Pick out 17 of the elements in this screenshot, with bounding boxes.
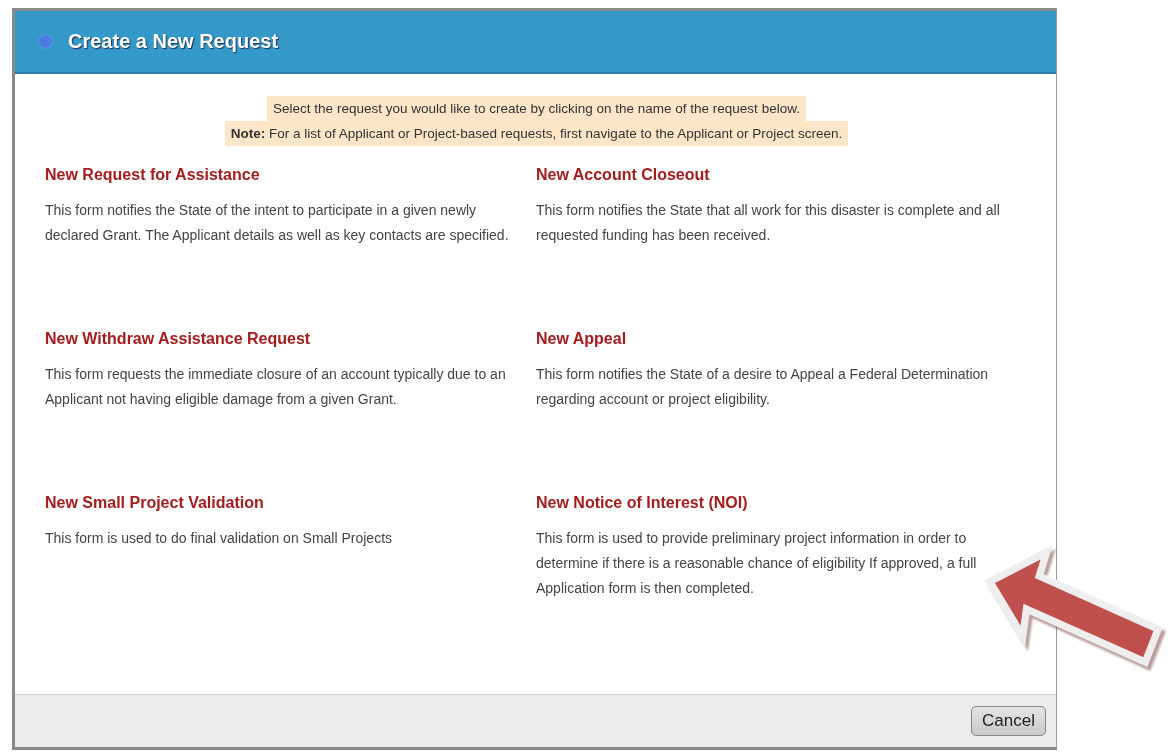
instruction-text: Select the request you would like to create by clicking on the name of the request below. [267, 96, 806, 121]
request-description: This form notifies the State of the intent to participate in a given newly declared Grant. The Applicant details as well as key contacts are specified. [45, 201, 510, 245]
circle-icon [39, 35, 52, 48]
cancel-button[interactable]: Cancel [971, 706, 1046, 736]
request-description: This form notifies the State of a desire to Appeal a Federal Determination regarding account or project eligibility. [536, 365, 990, 409]
request-description: This form is used to do final validation on Small Projects [45, 529, 394, 548]
request-link[interactable]: New Request for Assistance [45, 166, 536, 184]
request-description: This form notifies the State that all work for this disaster is complete and all requested funding has been received. [536, 201, 1001, 245]
request-link[interactable]: New Small Project Validation [45, 494, 536, 512]
request-link[interactable]: New Notice of Interest (NOI) [536, 494, 1006, 512]
request-link[interactable]: New Withdraw Assistance Request [45, 330, 536, 348]
instruction-text: Note: For a list of Applicant or Project-based requests, first navigate to the Applicant or Project screen. [224, 121, 849, 146]
request-link[interactable]: New Account Closeout [536, 166, 1006, 184]
request-link[interactable]: New Appeal [536, 330, 1006, 348]
dialog-title: Create a New Request [68, 30, 279, 53]
request-description: This form is used to provide preliminary project information in order to determine if there is a reasonable chance of eligibility If approved, a full Application form is then completed. [536, 529, 978, 598]
request-description: This form requests the immediate closure of an account typically due to an Applicant not having eligible damage from a given Grant. [45, 365, 507, 409]
